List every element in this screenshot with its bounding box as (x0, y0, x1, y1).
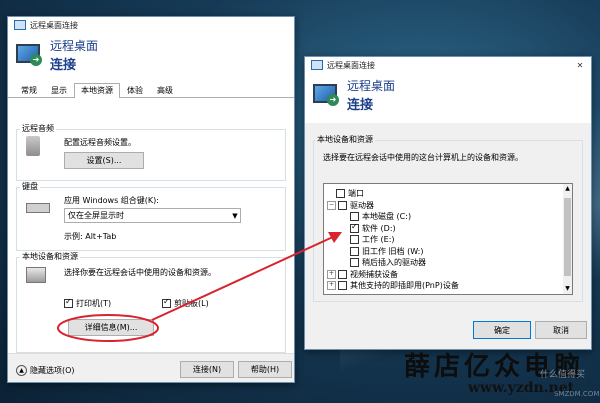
printer-checkbox-row[interactable]: 打印机(T) (64, 297, 112, 309)
tree-item-label: 本地磁盘 (C:) (362, 212, 412, 221)
tree-item-checkbox[interactable] (350, 212, 359, 221)
watermark-faint-top: 什么值得买 (540, 370, 586, 380)
scroll-down-icon[interactable]: ▼ (563, 284, 572, 294)
tree-item-label: 工作 (E:) (362, 235, 395, 244)
tab-general[interactable]: 常规 (14, 83, 44, 97)
dialog-header: ➜ 远程桌面 连接 (305, 73, 591, 117)
tree-item-checkbox[interactable] (350, 222, 359, 233)
watermark-faint-bottom: SMZDM.COM (554, 390, 600, 398)
tree-item[interactable]: 稍后插入的驱动器 (341, 257, 426, 268)
tree-item-label: 视频捕获设备 (350, 269, 398, 279)
devices-desc: 选择你要在远程会话中使用的设备和资源。 (64, 268, 216, 277)
title-bar: 远程桌面连接 (8, 17, 294, 33)
keyboard-icon (26, 203, 50, 213)
keyboard-example: 示例: Alt+Tab (64, 232, 117, 241)
tree-item[interactable]: 软件 (D:) (341, 222, 396, 234)
tree-item[interactable]: + 视频捕获设备 (327, 269, 398, 280)
tree-item-label: 软件 (D:) (362, 223, 396, 233)
tab-display[interactable]: 显示 (44, 83, 74, 97)
app-icon (14, 20, 26, 30)
dialog-header-line2: 连接 (347, 98, 374, 113)
connect-button[interactable]: 连接(N) (180, 361, 234, 378)
tree-item[interactable]: + 其他支持的即插即用(PnP)设备 (327, 280, 459, 291)
tree-item-label: 其他支持的即插即用(PnP)设备 (350, 281, 459, 290)
tab-local-resources[interactable]: 本地资源 (74, 83, 120, 98)
tab-bar: 常规 显示 本地资源 体验 高级 (8, 83, 294, 98)
tree-item-checkbox[interactable] (338, 281, 347, 290)
tree-item-label: 驱动器 (350, 200, 374, 210)
clipboard-checkbox[interactable] (162, 297, 171, 308)
scroll-up-icon[interactable]: ▲ (563, 184, 572, 194)
dialog-remote-desktop-icon: ➜ (313, 84, 339, 106)
tree-item-checkbox[interactable] (338, 269, 347, 279)
tree-item-label: 旧工作 旧档 (W:) (362, 246, 424, 256)
close-icon[interactable]: ✕ (569, 57, 591, 73)
audio-group (16, 129, 286, 181)
audio-desc: 配置远程音频设置。 (64, 138, 136, 147)
expand-icon[interactable]: + (327, 281, 336, 290)
tab-experience[interactable]: 体验 (120, 83, 150, 97)
chevron-down-icon: ▼ (232, 211, 238, 220)
dialog-app-icon (311, 60, 323, 70)
dialog-title: 远程桌面连接 (327, 60, 375, 70)
hide-options-label: 隐藏选项(O) (30, 366, 75, 375)
expand-icon[interactable]: + (327, 269, 336, 279)
rdp-main-window: 远程桌面连接 ➜ 远程桌面 连接 常规 显示 本地资源 体验 高级 远程音频 配… (7, 16, 295, 383)
help-button[interactable]: 帮助(H) (238, 361, 292, 378)
remote-desktop-icon: ➜ (16, 44, 42, 66)
tree-item[interactable]: 工作 (E:) (341, 234, 395, 245)
tree-item-checkbox[interactable] (336, 189, 345, 198)
tree-item-checkbox[interactable] (350, 258, 359, 267)
cancel-button[interactable]: 取消 (535, 321, 587, 339)
collapse-icon[interactable]: − (327, 200, 336, 210)
header-line2: 连接 (50, 58, 77, 73)
printer-checkbox[interactable] (64, 297, 73, 308)
devices-icon (26, 267, 46, 283)
audio-settings-button[interactable]: 设置(S)... (64, 152, 144, 169)
window-title: 远程桌面连接 (30, 20, 78, 30)
tree-item[interactable]: 端口 (327, 188, 364, 199)
tree-item[interactable]: 本地磁盘 (C:) (341, 211, 411, 222)
devices-group-label: 本地设备和资源 (20, 251, 80, 262)
keyboard-group-label: 键盘 (20, 181, 40, 192)
ok-button[interactable]: 确定 (473, 321, 531, 339)
dialog-title-bar: 远程桌面连接 ✕ (305, 57, 591, 73)
clipboard-label: 剪贴板(L) (174, 299, 209, 308)
header-line1: 远程桌面 (50, 39, 99, 53)
tree-item-label: 稍后插入的驱动器 (362, 258, 426, 267)
tree-item-checkbox[interactable] (350, 246, 359, 256)
clipboard-checkbox-row[interactable]: 剪贴板(L) (162, 297, 209, 309)
tree-item-checkbox[interactable] (350, 235, 359, 244)
tree-scrollbar[interactable]: ▲ ▼ (563, 184, 572, 294)
rdp-devices-dialog: 远程桌面连接 ✕ ➜ 远程桌面 连接 本地设备和资源 选择要在远程会话中使用的这… (304, 56, 592, 350)
dialog-devices-group-label: 本地设备和资源 (315, 134, 375, 145)
tree-item[interactable]: 旧工作 旧档 (W:) (341, 246, 423, 257)
printer-label: 打印机(T) (76, 299, 112, 308)
tree-item-checkbox[interactable] (338, 200, 347, 210)
devices-tree[interactable]: ▲ ▼ 端口 − 驱动器本地磁盘 (C:) 软件 (D:) 工作 (E:) 旧工作 旧档 … (323, 183, 573, 295)
audio-group-label: 远程音频 (20, 123, 56, 134)
chevron-up-icon: ▲ (16, 365, 27, 376)
details-button[interactable]: 详细信息(M)... (68, 319, 154, 336)
tab-advanced[interactable]: 高级 (150, 83, 180, 97)
tree-item[interactable]: − 驱动器 (327, 200, 374, 211)
windows-keys-select[interactable]: 仅在全屏显示时 ▼ (64, 208, 241, 223)
keyboard-desc: 应用 Windows 组合键(K): (64, 196, 159, 205)
windows-keys-selected: 仅在全屏显示时 (68, 211, 124, 220)
speaker-icon (26, 136, 40, 156)
hide-options-toggle[interactable]: ▲ 隐藏选项(O) (16, 365, 75, 376)
tree-item-label: 端口 (348, 189, 364, 198)
dialog-devices-desc: 选择要在远程会话中使用的这台计算机上的设备和资源。 (323, 153, 523, 162)
scroll-thumb[interactable] (564, 198, 571, 276)
header: ➜ 远程桌面 连接 (8, 33, 294, 77)
dialog-header-line1: 远程桌面 (347, 79, 396, 93)
